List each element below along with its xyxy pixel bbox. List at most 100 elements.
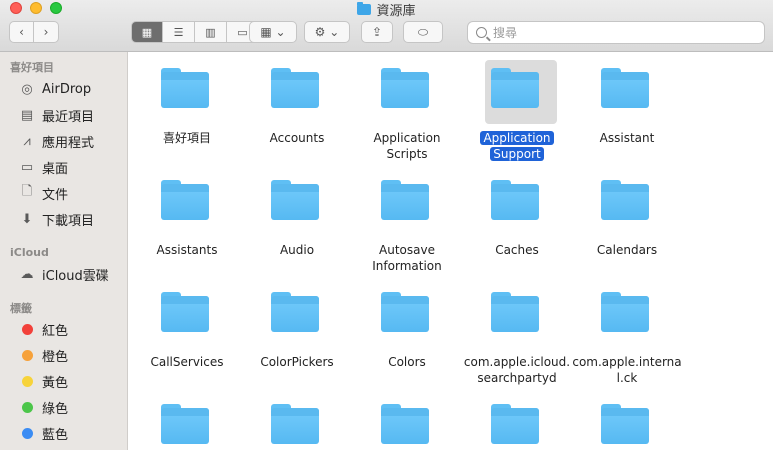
window-title-text: 資源庫: [376, 3, 416, 19]
folder-icon: [161, 292, 209, 332]
sidebar-item-label: 藍色: [42, 427, 69, 443]
folder-icon: [381, 180, 429, 220]
folder-label: Audio: [242, 242, 352, 258]
folder-label-line: Application: [480, 131, 554, 145]
folder-label-line: Scripts: [386, 147, 428, 161]
airdrop-icon: ◎: [21, 81, 33, 97]
folder-icon: [381, 404, 429, 444]
folder-label-line: Assistants: [156, 243, 218, 257]
sidebar-item-applications[interactable]: ⩘ 應用程式: [19, 131, 127, 151]
folder-label: Assistant: [572, 130, 682, 146]
sidebar-item-tag-green[interactable]: 綠色: [19, 397, 127, 417]
folder-label: com.apple.interna l.ck: [572, 354, 682, 386]
folder-label: Application Support: [462, 130, 572, 162]
sidebar-item-tag-yellow[interactable]: 黃色: [19, 371, 127, 391]
tag-button[interactable]: ⬭: [403, 21, 443, 43]
sidebar-item-icloud-drive[interactable]: ☁ iCloud雲碟: [19, 264, 127, 284]
cloud-icon: ☁: [20, 266, 34, 282]
finder-window: 資源庫 ‹ › ▦ ☰ ▥ ▭ ▦ ⌄ ⚙ ⌄ ⇪ ⬭ 搜尋 喜好項目 ◎ Ai…: [0, 0, 773, 450]
folder-label: Calendars: [572, 242, 682, 258]
folder-label-line: com.apple.icloud.: [463, 355, 571, 369]
folder-icon: [271, 292, 319, 332]
folder-label: ColorPickers: [242, 354, 352, 370]
folder-icon: [161, 68, 209, 108]
sidebar-item-documents[interactable]: 🗋 文件: [19, 183, 127, 203]
folder-icon: [161, 180, 209, 220]
sidebar-item-label: 文件: [42, 187, 69, 203]
sidebar-item-tag-orange[interactable]: 橙色: [19, 345, 127, 365]
folder-label-line: Colors: [388, 355, 426, 369]
folder-icon: [601, 180, 649, 220]
sidebar-item-tag-red[interactable]: 紅色: [19, 319, 127, 339]
column-view-button[interactable]: ▥: [195, 21, 227, 43]
document-icon: 🗋: [21, 184, 33, 199]
folder-label: Colors: [352, 354, 462, 370]
folder-label-line: CallServices: [150, 355, 224, 369]
folder-label: 喜好項目: [132, 130, 242, 146]
group-button[interactable]: ▦ ⌄: [249, 21, 297, 43]
sidebar-item-label: 最近項目: [42, 109, 95, 125]
folder-icon: [491, 404, 539, 444]
sidebar-item-downloads[interactable]: ⬇ 下載項目: [19, 209, 127, 229]
folder-label-line: Caches: [495, 243, 539, 257]
share-button[interactable]: ⇪: [361, 21, 393, 43]
folder-icon: [357, 1, 372, 15]
desktop-icon: ▭: [20, 159, 34, 175]
back-button[interactable]: ‹: [9, 21, 34, 43]
window-title: 資源庫: [0, 0, 773, 19]
file-grid: 喜好項目 Accounts Application Scripts Applicatio…: [128, 52, 773, 450]
icloud-heading: iCloud: [10, 246, 49, 259]
folder-label: Application Scripts: [352, 130, 462, 162]
sidebar-item-label: 應用程式: [42, 135, 95, 151]
view-mode-control: ▦ ☰ ▥ ▭: [131, 21, 259, 43]
toolbar: 資源庫 ‹ › ▦ ☰ ▥ ▭ ▦ ⌄ ⚙ ⌄ ⇪ ⬭ 搜尋: [0, 0, 773, 52]
folder-label-line: ColorPickers: [260, 355, 334, 369]
sidebar-item-desktop[interactable]: ▭ 桌面: [19, 157, 127, 177]
sidebar-item-tag-blue[interactable]: 藍色: [19, 423, 127, 443]
folder-label: CallServices: [132, 354, 242, 370]
icon-view-button[interactable]: ▦: [131, 21, 163, 43]
folder-label-line: com.apple.interna: [572, 355, 682, 369]
sidebar-item-label: iCloud雲碟: [42, 268, 109, 284]
sidebar: 喜好項目 ◎ AirDrop ▤ 最近項目 ⩘ 應用程式 ▭ 桌面 🗋 文件 ⬇…: [0, 52, 128, 450]
folder-label: com.apple.icloud. searchpartyd: [462, 354, 572, 386]
folder-label-line: Assistant: [599, 131, 655, 145]
folder-label: Caches: [462, 242, 572, 258]
folder-label-line: l.ck: [616, 371, 638, 385]
yellow-tag-dot-icon: [22, 375, 33, 387]
sidebar-item-recents[interactable]: ▤ 最近項目: [19, 105, 127, 125]
folder-label: Accounts: [242, 130, 352, 146]
folder-icon: [381, 292, 429, 332]
folder-icon: [271, 68, 319, 108]
folder-icon: [271, 180, 319, 220]
sidebar-item-airdrop[interactable]: ◎ AirDrop: [19, 79, 127, 99]
folder-label-line: Information: [372, 259, 442, 273]
tags-heading: 標籤: [10, 302, 32, 315]
folder-icon: [491, 68, 539, 108]
sidebar-item-label: 下載項目: [42, 213, 95, 229]
folder-label-line: 喜好項目: [162, 131, 211, 145]
recents-icon: ▤: [20, 107, 34, 123]
sidebar-item-label: 紅色: [42, 323, 69, 339]
folder-icon: [271, 404, 319, 444]
red-tag-dot-icon: [22, 323, 33, 335]
folder-label-line: Autosave: [379, 243, 435, 257]
folder-icon: [491, 292, 539, 332]
action-button[interactable]: ⚙ ⌄: [304, 21, 350, 43]
sidebar-item-label: 桌面: [42, 161, 69, 177]
list-view-button[interactable]: ☰: [163, 21, 195, 43]
folder-label-line: Calendars: [596, 243, 658, 257]
forward-button[interactable]: ›: [34, 21, 59, 43]
folder-icon: [381, 68, 429, 108]
search-placeholder: 搜尋: [493, 26, 518, 40]
green-tag-dot-icon: [22, 401, 33, 413]
sidebar-item-label: AirDrop: [42, 81, 92, 97]
sidebar-item-label: 橙色: [42, 349, 69, 365]
folder-label-line: searchpartyd: [477, 371, 557, 385]
folder-icon: [601, 292, 649, 332]
folder-label: Assistants: [132, 242, 242, 258]
folder-icon: [161, 404, 209, 444]
folder-label-line: Application: [373, 131, 441, 145]
search-field[interactable]: 搜尋: [467, 21, 765, 44]
folder-label-line: Audio: [279, 243, 315, 257]
